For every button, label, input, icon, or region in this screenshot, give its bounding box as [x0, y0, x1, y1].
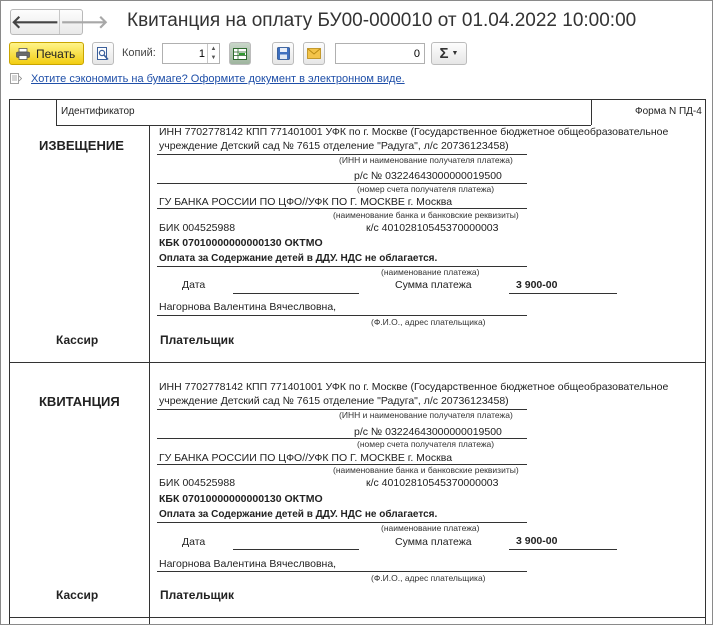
- bank-name: ГУ БАНКА РОССИИ ПО ЦФО//УФК ПО Г. МОСКВЕ…: [159, 452, 453, 464]
- date-line: [233, 293, 359, 294]
- sum-value: 3 900-00: [516, 535, 558, 547]
- save-button[interactable]: [272, 42, 294, 65]
- electronic-document-link[interactable]: Хотите сэкономить на бумаге? Оформите до…: [31, 73, 405, 85]
- account-number: р/с № 03224643000000019500: [354, 426, 502, 438]
- purpose-caption: (наименование платежа): [381, 523, 480, 533]
- cashier-label: Кассир: [56, 588, 99, 602]
- envelope-icon: [307, 48, 321, 59]
- divider: [9, 362, 706, 363]
- section-title: ИЗВЕЩЕНИЕ: [39, 138, 124, 153]
- chevron-down-icon[interactable]: ▼: [211, 55, 217, 61]
- back-button[interactable]: 🡐: [11, 10, 59, 34]
- sum-field: [335, 43, 425, 64]
- divider: [157, 571, 527, 572]
- table-edit-icon: [233, 47, 247, 60]
- arrow-left-icon: 🡐: [11, 11, 60, 32]
- sum-label: Сумма платежа: [395, 279, 472, 291]
- sum-label: Сумма платежа: [395, 536, 472, 548]
- sum-line: [509, 293, 617, 294]
- payment-purpose: Оплата за Содержание детей в ДДУ. НДС не…: [159, 509, 438, 520]
- sum-line: [509, 549, 617, 550]
- account-number: р/с № 03224643000000019500: [354, 170, 502, 182]
- toolbar: Печать Копий: ▲ ▼: [1, 41, 712, 67]
- divider: [149, 125, 150, 624]
- correspondent-account: к/с 40102810545370000003: [366, 222, 499, 234]
- divider: [157, 315, 527, 316]
- recipient-line-2: учреждение Детский сад № 7615 отделение …: [159, 140, 509, 152]
- title-bar: 🡐 🡒 Квитанция на оплату БУ00-000010 от 0…: [1, 1, 712, 41]
- divider: [9, 99, 706, 100]
- section-title: КВИТАНЦИЯ: [39, 394, 120, 409]
- correspondent-account: к/с 40102810545370000003: [366, 477, 499, 489]
- window-title: Квитанция на оплату БУ00-000010 от 01.04…: [127, 10, 637, 31]
- sum-value: 3 900-00: [516, 279, 558, 291]
- printer-icon: [16, 47, 30, 60]
- copies-label: Копий:: [122, 47, 156, 59]
- forward-button[interactable]: 🡒: [59, 10, 109, 34]
- cashier-label: Кассир: [56, 333, 99, 347]
- chevron-down-icon: ▼: [451, 50, 459, 57]
- payer-name: Нагорнова Валентина Вячеслвовна,: [159, 301, 337, 313]
- recipient-line-1: ИНН 7702778142 КПП 771401001 УФК по г. М…: [159, 126, 669, 138]
- form-label: Форма N ПД-4: [635, 106, 702, 117]
- bank-caption: (наименование банка и банковские реквизи…: [333, 210, 519, 220]
- payer-caption: (Ф.И.О., адрес плательщика): [371, 317, 486, 327]
- arrow-right-icon: 🡒: [60, 11, 109, 32]
- print-button[interactable]: Печать: [9, 42, 84, 65]
- sum-input[interactable]: [336, 44, 424, 64]
- preview-button[interactable]: [92, 42, 114, 65]
- account-caption: (номер счета получателя платежа): [357, 439, 495, 449]
- receipt-document: Идентификатор Форма N ПД-4 ИЗВЕЩЕНИЕ ИНН…: [9, 97, 706, 624]
- payer-label: Плательщик: [160, 588, 234, 602]
- document-lines-icon: [10, 73, 22, 84]
- payer-caption: (Ф.И.О., адрес плательщика): [371, 573, 486, 583]
- divider: [9, 617, 706, 618]
- recipient-caption: (ИНН и наименование получателя платежа): [339, 155, 513, 165]
- date-line: [233, 549, 359, 550]
- divider: [56, 99, 57, 125]
- magnifier-page-icon: [97, 46, 109, 60]
- send-email-button[interactable]: [303, 42, 325, 65]
- account-caption: (номер счета получателя платежа): [357, 184, 495, 194]
- chevron-up-icon[interactable]: ▲: [211, 46, 217, 52]
- bank-name: ГУ БАНКА РОССИИ ПО ЦФО//УФК ПО Г. МОСКВЕ…: [159, 196, 453, 208]
- navigation-buttons: 🡐 🡒: [10, 9, 109, 35]
- recipient-caption: (ИНН и наименование получателя платежа): [339, 410, 513, 420]
- recipient-line-2: учреждение Детский сад № 7615 отделение …: [159, 395, 509, 407]
- payer-name: Нагорнова Валентина Вячеслвовна,: [159, 558, 337, 570]
- floppy-disk-icon: [276, 47, 290, 60]
- print-preview-window: 🡐 🡒 Квитанция на оплату БУ00-000010 от 0…: [0, 0, 713, 625]
- copies-stepper: ▲ ▼: [162, 43, 220, 64]
- paper-saving-hint: Хотите сэкономить на бумаге? Оформите до…: [1, 71, 712, 89]
- divider: [157, 208, 527, 209]
- divider: [591, 99, 592, 125]
- bik: БИК 004525988: [159, 222, 236, 234]
- sigma-icon: Σ: [439, 45, 449, 62]
- kbk-code: КБК 07010000000000130 ОКТМО: [159, 493, 323, 505]
- edit-mode-button[interactable]: [229, 42, 251, 65]
- recipient-line-1: ИНН 7702778142 КПП 771401001 УФК по г. М…: [159, 381, 669, 393]
- date-label: Дата: [182, 536, 206, 548]
- sum-mode-button[interactable]: Σ ▼: [431, 42, 467, 65]
- bank-caption: (наименование банка и банковские реквизи…: [333, 465, 519, 475]
- payer-label: Плательщик: [160, 333, 234, 347]
- date-label: Дата: [182, 279, 206, 291]
- copies-input[interactable]: [163, 44, 208, 63]
- print-button-label: Печать: [36, 46, 76, 61]
- payment-purpose: Оплата за Содержание детей в ДДУ. НДС не…: [159, 253, 438, 264]
- copies-spin[interactable]: ▲ ▼: [207, 44, 219, 63]
- identifier-label: Идентификатор: [61, 106, 135, 117]
- kbk-code: КБК 07010000000000130 ОКТМО: [159, 237, 323, 249]
- bik: БИК 004525988: [159, 477, 236, 489]
- purpose-caption: (наименование платежа): [381, 267, 480, 277]
